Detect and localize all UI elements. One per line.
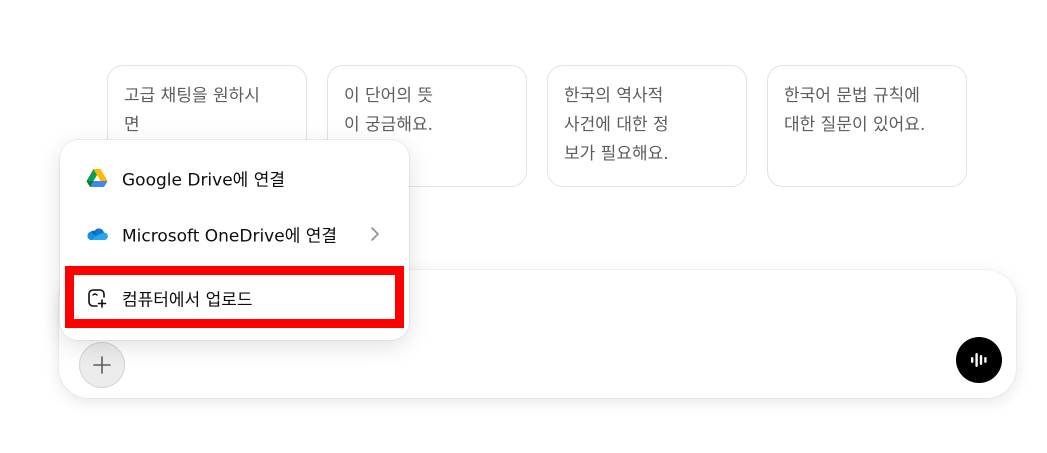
attach-menu: Google Drive에 연결 Microsoft OneDrive에 연결 <box>60 140 409 340</box>
chevron-right-icon <box>371 227 379 241</box>
google-drive-icon <box>86 169 108 187</box>
suggestion-text-line: 보가 필요해요. <box>564 144 669 164</box>
menu-divider <box>74 271 395 272</box>
menu-item-onedrive[interactable]: Microsoft OneDrive에 연결 <box>60 212 409 256</box>
suggestion-text-line: 면 <box>124 115 140 135</box>
plus-icon <box>93 356 111 374</box>
onedrive-icon <box>87 228 108 240</box>
suggestion-text-line: 사건에 대한 정 <box>564 115 669 135</box>
suggestion-card-grammar[interactable]: 한국어 문법 규칙에 대한 질문이 있어요. <box>767 65 967 187</box>
menu-item-label: Microsoft OneDrive에 연결 <box>122 226 338 247</box>
suggestion-text-line: 한국의 역사적 <box>564 86 664 106</box>
suggestion-text-line: 이 단어의 뜻 <box>344 86 434 106</box>
suggestion-text-line: 고급 채팅을 원하시 <box>124 86 260 106</box>
suggestion-card-korean-history[interactable]: 한국의 역사적 사건에 대한 정 보가 필요해요. <box>547 65 747 187</box>
menu-item-upload-from-computer[interactable]: 컴퓨터에서 업로드 <box>60 276 409 320</box>
attach-button[interactable] <box>79 342 125 388</box>
suggestion-text-line: 한국어 문법 규칙에 <box>784 86 920 106</box>
menu-item-label: 컴퓨터에서 업로드 <box>122 290 253 311</box>
menu-item-label: Google Drive에 연결 <box>122 170 285 191</box>
suggestion-text-line: 대한 질문이 있어요. <box>784 115 926 135</box>
chat-page: 고급 채팅을 원하시 면 이 단어의 뜻 이 궁금해요. 한국의 역사적 사건에… <box>0 0 1047 453</box>
upload-icon <box>88 289 107 308</box>
voice-waveform-icon <box>971 353 987 367</box>
menu-item-google-drive[interactable]: Google Drive에 연결 <box>60 156 409 200</box>
suggestion-text-line: 이 궁금해요. <box>344 115 434 135</box>
voice-mode-button[interactable] <box>956 337 1002 383</box>
